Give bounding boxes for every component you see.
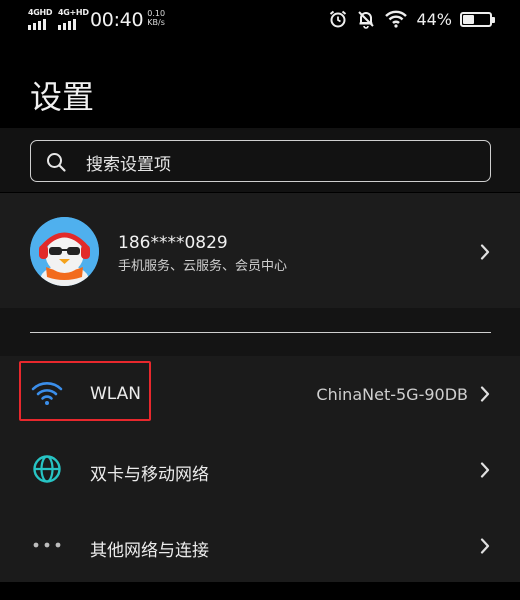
sim2-signal-icon: 4G+HD (58, 8, 89, 30)
account-services: 手机服务、云服务、会员中心 (118, 259, 288, 274)
avatar (30, 217, 99, 286)
battery-percent: 44% (416, 9, 452, 29)
account-card[interactable]: 186****0829 手机服务、云服务、会员中心 (0, 193, 520, 308)
list-item-dual-sim-mobile-network[interactable]: 双卡与移动网络 (0, 432, 520, 508)
battery-icon (460, 11, 495, 27)
header: 设置 (0, 42, 520, 128)
battery-fill (463, 14, 475, 24)
chevron-right-icon (480, 244, 490, 260)
wlan-ssid: ChinaNet-5G-90DB (316, 385, 468, 404)
network-speed-unit: KB/s (147, 18, 165, 27)
list-item-wlan[interactable]: WLAN ChinaNet-5G-90DB (0, 356, 520, 432)
highlight-box (19, 361, 151, 421)
clock: 00:40 (90, 9, 144, 31)
status-bar-right: 44% (328, 9, 495, 29)
alarm-icon (330, 10, 347, 28)
mute-bell-icon (358, 11, 375, 29)
page-title: 设置 (30, 78, 95, 116)
chevron-right-icon (480, 538, 490, 554)
search-placeholder: 搜索设置项 (86, 155, 171, 175)
status-bar: 4GHD 4G+HD 00:40 0.10 KB/s 44% (0, 0, 520, 42)
network-speed: 0.10 KB/s (147, 9, 165, 27)
wifi-status-icon (385, 10, 408, 28)
chevron-right-icon (480, 462, 490, 478)
network-speed-value: 0.10 (147, 9, 166, 18)
avatar-image (30, 217, 99, 286)
list-item-other-networks[interactable]: 其他网络与连接 (0, 508, 520, 584)
bottom-edge (0, 582, 520, 600)
status-bar-left: 4GHD 4G+HD 00:40 0.10 KB/s (28, 8, 165, 31)
search-input[interactable]: 搜索设置项 (30, 140, 491, 182)
more-dots-icon (33, 542, 61, 548)
dual-sim-label: 双卡与移动网络 (90, 465, 209, 485)
network-settings-list: WLAN ChinaNet-5G-90DB 双卡与移动网络 其他网络与连接 (0, 356, 520, 582)
divider (30, 332, 491, 333)
globe-icon (33, 455, 61, 483)
sim2-network-tag: 4G+HD (58, 8, 89, 17)
sim1-network-tag: 4GHD (28, 8, 53, 17)
account-phone: 186****0829 (118, 233, 228, 253)
chevron-right-icon (480, 386, 490, 402)
sim1-signal-icon: 4GHD (28, 8, 54, 30)
section-gap (0, 308, 520, 356)
search-area: 搜索设置项 (0, 128, 520, 192)
search-icon (47, 153, 66, 172)
other-networks-label: 其他网络与连接 (90, 541, 209, 561)
